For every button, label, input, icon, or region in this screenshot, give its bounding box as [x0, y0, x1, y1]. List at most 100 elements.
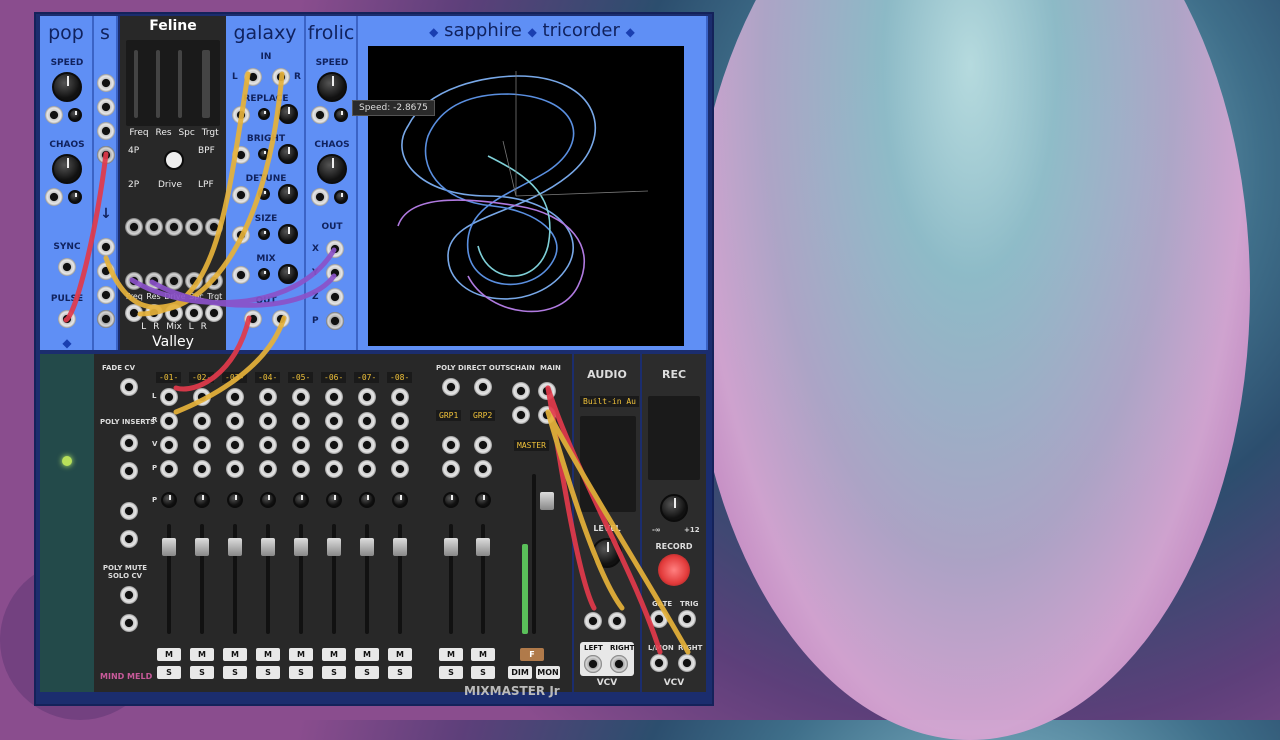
feline-res-jack[interactable]: [145, 272, 163, 290]
channel-pan-knob[interactable]: [161, 492, 177, 508]
channel-jack[interactable]: [226, 388, 244, 406]
solo-button[interactable]: S: [322, 666, 346, 679]
audio-out-left-jack[interactable]: [584, 655, 602, 673]
frolic-y-jack[interactable]: [326, 264, 344, 282]
mon-button[interactable]: MON: [536, 666, 560, 679]
feline-spc-slider[interactable]: [178, 50, 182, 118]
galaxy-replace-cv-jack[interactable]: [232, 106, 250, 124]
channel-pan-knob[interactable]: [260, 492, 276, 508]
channel-jack[interactable]: [226, 460, 244, 478]
frolic-x-jack[interactable]: [326, 240, 344, 258]
mute-button[interactable]: M: [289, 648, 313, 661]
pop-sync-jack[interactable]: [58, 258, 76, 276]
fade-cv-jack[interactable]: [120, 378, 138, 396]
rec-in-right-jack[interactable]: [678, 654, 696, 672]
feline-out-l2-jack[interactable]: [185, 304, 203, 322]
pop-pulse-jack[interactable]: [58, 310, 76, 328]
channel-pan-knob[interactable]: [293, 492, 309, 508]
audio-lmon-jack[interactable]: [584, 612, 602, 630]
channel-fader[interactable]: [294, 538, 308, 556]
frolic-chaos-knob[interactable]: [317, 154, 347, 184]
channel-jack[interactable]: [193, 388, 211, 406]
rec-level-knob[interactable]: [660, 494, 688, 522]
group-jack[interactable]: [474, 460, 492, 478]
solo-button[interactable]: S: [190, 666, 214, 679]
galaxy-replace-atten[interactable]: [258, 108, 270, 120]
feline-spc-jack[interactable]: [185, 272, 203, 290]
pop-speed-knob[interactable]: [52, 72, 82, 102]
audio-out-right-jack[interactable]: [610, 655, 628, 673]
s-jack-4[interactable]: [97, 146, 115, 164]
frolic-speed-cv-jack[interactable]: [311, 106, 329, 124]
feline-trgt-jack[interactable]: [205, 272, 223, 290]
chain-r-jack[interactable]: [512, 406, 530, 424]
channel-jack[interactable]: [193, 412, 211, 430]
feline-drive-knob[interactable]: [164, 150, 184, 170]
channel-jack[interactable]: [292, 460, 310, 478]
s-jack-1[interactable]: [97, 74, 115, 92]
channel-jack[interactable]: [391, 412, 409, 430]
direct-1-8-jack[interactable]: [442, 378, 460, 396]
s-jack-6[interactable]: [97, 262, 115, 280]
channel-jack[interactable]: [259, 388, 277, 406]
channel-jack[interactable]: [259, 460, 277, 478]
feline-out-r-jack[interactable]: [145, 304, 163, 322]
channel-jack[interactable]: [259, 436, 277, 454]
pop-speed-cv-jack[interactable]: [45, 106, 63, 124]
channel-jack[interactable]: [193, 460, 211, 478]
channel-jack[interactable]: [391, 436, 409, 454]
frolic-chaos-atten[interactable]: [334, 190, 348, 204]
channel-jack[interactable]: [325, 388, 343, 406]
galaxy-in-l-jack[interactable]: [244, 68, 262, 86]
solo-button[interactable]: S: [388, 666, 412, 679]
channel-jack[interactable]: [358, 412, 376, 430]
feline-trgt-slider[interactable]: [202, 50, 210, 118]
feline-jack-a3[interactable]: [165, 218, 183, 236]
pop-chaos-cv-jack[interactable]: [45, 188, 63, 206]
galaxy-bright-cv-jack[interactable]: [232, 146, 250, 164]
channel-jack[interactable]: [160, 388, 178, 406]
rec-gate-jack[interactable]: [650, 610, 668, 628]
galaxy-size-knob[interactable]: [278, 224, 298, 244]
main-l-jack[interactable]: [538, 382, 556, 400]
group-mute-button[interactable]: M: [471, 648, 495, 661]
group-pan-knob[interactable]: [443, 492, 459, 508]
solo-button[interactable]: S: [355, 666, 379, 679]
channel-jack[interactable]: [160, 436, 178, 454]
feline-res-slider[interactable]: [156, 50, 160, 118]
dim-button[interactable]: DIM: [508, 666, 532, 679]
ms-grp-jack[interactable]: [120, 614, 138, 632]
channel-fader[interactable]: [261, 538, 275, 556]
channel-jack[interactable]: [325, 436, 343, 454]
group-jack[interactable]: [442, 436, 460, 454]
s-jack-8[interactable]: [97, 310, 115, 328]
feline-mix-jack[interactable]: [165, 304, 183, 322]
insert-1-8-return-jack[interactable]: [120, 502, 138, 520]
pop-speed-atten-knob[interactable]: [68, 108, 82, 122]
galaxy-detune-knob[interactable]: [278, 184, 298, 204]
galaxy-detune-atten[interactable]: [258, 188, 270, 200]
solo-button[interactable]: S: [256, 666, 280, 679]
insert-grp-send-jack[interactable]: [120, 462, 138, 480]
insert-1-8-send-jack[interactable]: [120, 434, 138, 452]
mute-button[interactable]: M: [157, 648, 181, 661]
galaxy-mix-knob[interactable]: [278, 264, 298, 284]
channel-fader[interactable]: [360, 538, 374, 556]
channel-jack[interactable]: [259, 412, 277, 430]
s-jack-2[interactable]: [97, 98, 115, 116]
channel-jack[interactable]: [358, 436, 376, 454]
mute-button[interactable]: M: [355, 648, 379, 661]
channel-fader[interactable]: [393, 538, 407, 556]
group-pan-knob[interactable]: [475, 492, 491, 508]
galaxy-size-atten[interactable]: [258, 228, 270, 240]
insert-grp-return-jack[interactable]: [120, 530, 138, 548]
s-jack-7[interactable]: [97, 286, 115, 304]
channel-jack[interactable]: [226, 412, 244, 430]
feline-out-r2-jack[interactable]: [205, 304, 223, 322]
master-fader-track[interactable]: [532, 474, 536, 634]
galaxy-bright-atten[interactable]: [258, 148, 270, 160]
galaxy-mix-cv-jack[interactable]: [232, 266, 250, 284]
feline-jack-a1[interactable]: [125, 218, 143, 236]
direct-grp-jack[interactable]: [474, 378, 492, 396]
feline-jack-a4[interactable]: [185, 218, 203, 236]
